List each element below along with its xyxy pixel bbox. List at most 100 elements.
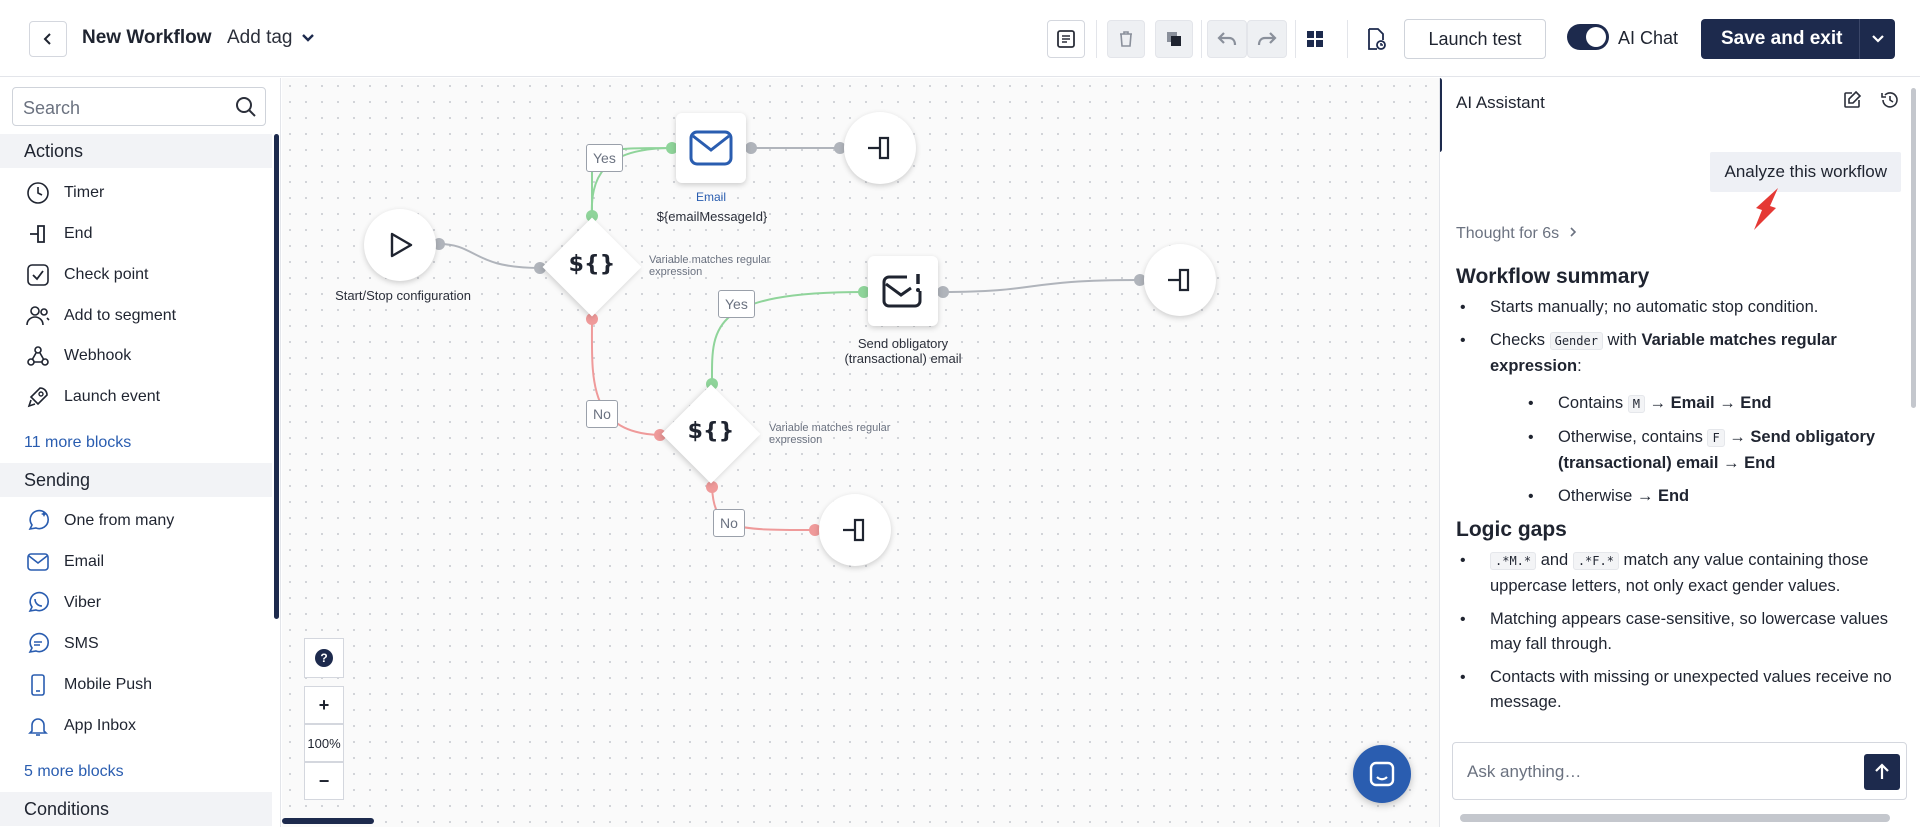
start-node[interactable]: [364, 209, 436, 281]
canvas-hscrollbar[interactable]: [282, 818, 374, 824]
workflow-title[interactable]: New Workflow: [82, 27, 212, 49]
zoom-out-button[interactable]: −: [304, 762, 344, 800]
email-icon: [689, 130, 733, 166]
copy-icon: [1167, 32, 1181, 46]
back-button[interactable]: [29, 21, 67, 57]
gaps-heading: Logic gaps: [1456, 518, 1567, 541]
launch-test-button[interactable]: Launch test: [1404, 19, 1546, 59]
summary-list: Starts manually; no automatic stop condi…: [1456, 295, 1896, 509]
end-node-3[interactable]: [819, 494, 891, 566]
block-one-from-many[interactable]: One from many: [24, 506, 174, 536]
help-button[interactable]: ?: [304, 638, 344, 678]
summary-sublist: Contains M → Email → End Otherwise, cont…: [1490, 391, 1896, 509]
gap-item: .*M.* and .*F.* match any value containi…: [1456, 548, 1896, 599]
document-check-icon: [1368, 28, 1386, 50]
block-label: Timer: [64, 184, 105, 201]
search-input[interactable]: Search: [12, 87, 266, 126]
block-mobile-push[interactable]: Mobile Push: [24, 670, 152, 700]
bell-icon: [24, 712, 52, 740]
condition-1-label: Variable matches regular expression: [649, 254, 771, 278]
summary-subitem: Contains M → Email → End: [1490, 391, 1896, 417]
section-actions[interactable]: Actions: [0, 134, 272, 168]
section-conditions[interactable]: Conditions: [0, 792, 272, 826]
chat-icon: [1369, 761, 1395, 787]
block-end[interactable]: End: [24, 219, 92, 249]
email-node[interactable]: [676, 113, 746, 183]
end-icon: [868, 136, 890, 160]
thought-toggle[interactable]: Thought for 6s: [1456, 225, 1578, 243]
zoom-in-button[interactable]: +: [304, 686, 344, 724]
block-app-inbox[interactable]: App Inbox: [24, 711, 136, 741]
edit-icon[interactable]: [1842, 90, 1862, 110]
yes-tag-2: Yes: [718, 290, 755, 318]
history-icon[interactable]: [1880, 90, 1900, 110]
search-placeholder: Search: [23, 98, 81, 118]
search-icon: [236, 97, 256, 117]
block-webhook[interactable]: Webhook: [24, 341, 131, 371]
copy-button[interactable]: [1155, 20, 1193, 58]
undo-button[interactable]: [1207, 20, 1247, 58]
block-label: Webhook: [64, 347, 132, 364]
trash-icon: [1120, 31, 1132, 47]
end-node-2[interactable]: [1144, 244, 1216, 316]
gap-item: Contacts with missing or unexpected valu…: [1456, 665, 1896, 715]
play-icon: [390, 232, 413, 258]
block-check-point[interactable]: Check point: [24, 260, 149, 290]
notes-button[interactable]: [1047, 20, 1085, 58]
viber-icon: [24, 589, 52, 617]
email-node-sub: ${emailMessageId}: [656, 209, 768, 224]
block-viber[interactable]: Viber: [24, 588, 101, 618]
ai-panel-vscrollbar[interactable]: [1911, 88, 1916, 408]
support-chat-button[interactable]: [1353, 745, 1411, 803]
ai-chat-toggle[interactable]: [1567, 24, 1609, 50]
ai-panel-hscrollbar[interactable]: [1460, 814, 1890, 822]
redo-button[interactable]: [1247, 20, 1287, 58]
ai-panel-actions: [1842, 90, 1900, 110]
section-sending[interactable]: Sending: [0, 463, 272, 497]
email-icon: [24, 548, 52, 576]
send-button[interactable]: [1864, 754, 1900, 790]
variable-icon: ${}: [687, 419, 735, 444]
add-tag-label: Add tag: [227, 27, 293, 48]
block-launch-event[interactable]: Launch event: [24, 382, 160, 412]
validate-button[interactable]: [1357, 20, 1395, 58]
block-add-to-segment[interactable]: Add to segment: [24, 301, 176, 331]
sparkle-bubble-icon: [24, 507, 52, 535]
check-square-icon: [24, 261, 52, 289]
summary-item: Checks Gender with Variable matches regu…: [1456, 328, 1896, 509]
block-email[interactable]: Email: [24, 547, 104, 577]
block-label: One from many: [64, 512, 175, 529]
edges-layer: [433, 142, 1146, 536]
redo-icon: [1257, 32, 1277, 46]
undo-icon: [1217, 32, 1237, 46]
end-node-1[interactable]: [844, 112, 916, 184]
notes-icon: [1057, 30, 1075, 48]
start-node-label: Start/Stop configuration: [335, 288, 471, 303]
panel-resize-handle[interactable]: [1440, 78, 1442, 152]
save-options-caret[interactable]: [1859, 19, 1895, 59]
grid-icon: [1307, 31, 1323, 47]
more-actions-link[interactable]: 11 more blocks: [24, 434, 131, 452]
no-tag-2: No: [713, 509, 745, 537]
summary-item: Starts manually; no automatic stop condi…: [1456, 295, 1896, 320]
ai-response: Workflow summary Starts manually; no aut…: [1456, 264, 1896, 723]
more-sending-link[interactable]: 5 more blocks: [24, 763, 124, 781]
sidebar-scrollbar[interactable]: [274, 134, 279, 619]
auto-layout-button[interactable]: [1296, 20, 1334, 58]
thought-label: Thought for 6s: [1456, 225, 1560, 242]
save-and-exit-button[interactable]: Save and exit: [1701, 19, 1895, 59]
send-obligatory-node[interactable]: [868, 256, 938, 326]
end-icon: [843, 518, 865, 542]
workflow-canvas[interactable]: Start/Stop configuration ${} Variable ma…: [282, 78, 1439, 827]
save-and-exit-label: Save and exit: [1721, 28, 1843, 49]
yes-tag-1: Yes: [586, 144, 623, 172]
block-label: Add to segment: [64, 307, 177, 324]
gap-item: Matching appears case-sensitive, so lowe…: [1456, 607, 1896, 657]
help-icon: ?: [315, 649, 333, 667]
block-sms[interactable]: SMS: [24, 629, 99, 659]
delete-button[interactable]: [1107, 20, 1145, 58]
add-tag-dropdown[interactable]: Add tag: [227, 27, 315, 49]
block-timer[interactable]: Timer: [24, 178, 104, 208]
ask-input[interactable]: Ask anything…: [1452, 742, 1907, 800]
variable-icon: ${}: [568, 252, 616, 277]
